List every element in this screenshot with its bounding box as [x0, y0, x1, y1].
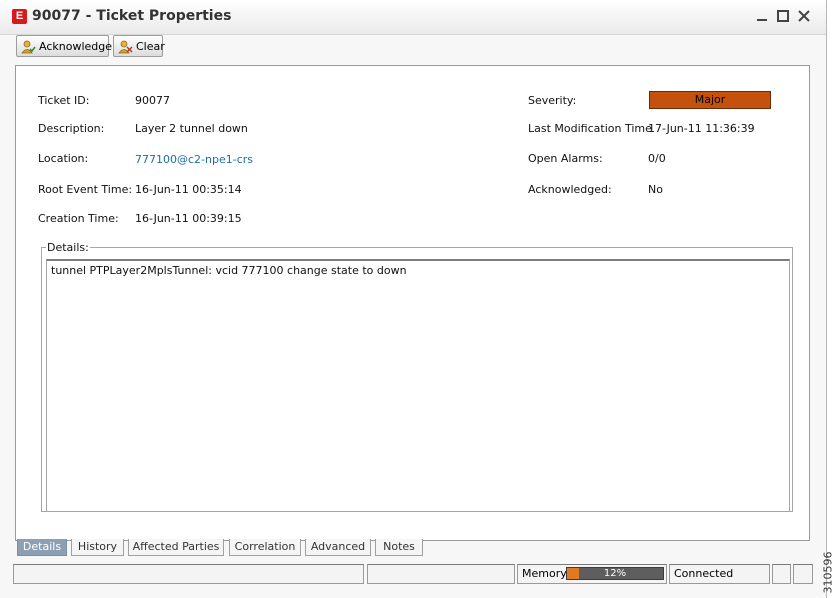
status-cell-message [13, 564, 364, 584]
status-bar: Memory: Connected [0, 562, 826, 584]
details-text: tunnel PTPLayer2MplsTunnel: vcid 777100 … [51, 264, 407, 277]
close-icon[interactable] [797, 9, 811, 23]
details-legend: Details: [46, 241, 90, 254]
app-logo-icon: E [12, 9, 27, 24]
minimize-icon[interactable] [755, 9, 769, 23]
severity-badge: Major [649, 91, 771, 109]
status-cell-extra-2 [793, 564, 813, 584]
open-alarms-value: 0/0 [648, 152, 666, 165]
description-label: Description: [38, 122, 105, 135]
figure-code-text: 310596 [821, 551, 835, 594]
tab-affected-parties[interactable]: Affected Parties [128, 539, 224, 556]
ticket-id-value: 90077 [135, 94, 170, 107]
acknowledge-label: Acknowledge [39, 40, 113, 53]
acknowledged-value: No [648, 183, 663, 196]
severity-label: Severity: [528, 94, 577, 107]
window-title: 90077 - Ticket Properties [32, 8, 232, 24]
acknowledge-icon [21, 40, 36, 54]
properties-panel: Ticket ID: 90077 Description: Layer 2 tu… [15, 65, 810, 541]
memory-usage-bar: 12% [566, 567, 664, 580]
tab-history[interactable]: History [71, 539, 124, 556]
maximize-icon[interactable] [776, 9, 790, 23]
location-link[interactable]: 777100@c2-npe1-crs [135, 153, 253, 166]
tab-details[interactable]: Details [17, 539, 67, 556]
memory-percent: 12% [603, 568, 627, 579]
clear-button[interactable]: Clear [113, 35, 165, 57]
tab-correlation[interactable]: Correlation [229, 539, 301, 556]
tab-notes[interactable]: Notes [375, 539, 423, 556]
open-alarms-label: Open Alarms: [528, 152, 603, 165]
acknowledged-label: Acknowledged: [528, 183, 612, 196]
acknowledge-button[interactable]: Acknowledge [16, 35, 113, 57]
ticket-id-label: Ticket ID: [38, 94, 90, 107]
creation-time-label: Creation Time: [38, 212, 119, 225]
root-event-time-value: 16-Jun-11 00:35:14 [135, 183, 242, 196]
root-event-time-label: Root Event Time: [38, 183, 133, 196]
figure-code: 310596 [821, 548, 839, 598]
clear-icon [118, 40, 133, 54]
description-value: Layer 2 tunnel down [135, 122, 248, 135]
location-label: Location: [38, 152, 89, 165]
last-modification-value: 17-Jun-11 11:36:39 [648, 122, 755, 135]
creation-time-value: 16-Jun-11 00:39:15 [135, 212, 242, 225]
clear-label: Clear [136, 40, 165, 53]
last-modification-label: Last Modification Time [528, 122, 652, 135]
connection-status: Connected [669, 564, 770, 584]
status-cell-extra-1 [772, 564, 791, 584]
title-bar[interactable]: E 90077 - Ticket Properties [0, 0, 826, 35]
tab-advanced[interactable]: Advanced [305, 539, 371, 556]
ticket-properties-window: E 90077 - Ticket Properties Acknowledge [0, 0, 827, 598]
details-text-area[interactable]: tunnel PTPLayer2MplsTunnel: vcid 777100 … [46, 259, 790, 512]
toolbar: Acknowledge Clear [0, 34, 826, 60]
status-cell-info [367, 564, 515, 584]
memory-label: Memory: [522, 567, 570, 580]
